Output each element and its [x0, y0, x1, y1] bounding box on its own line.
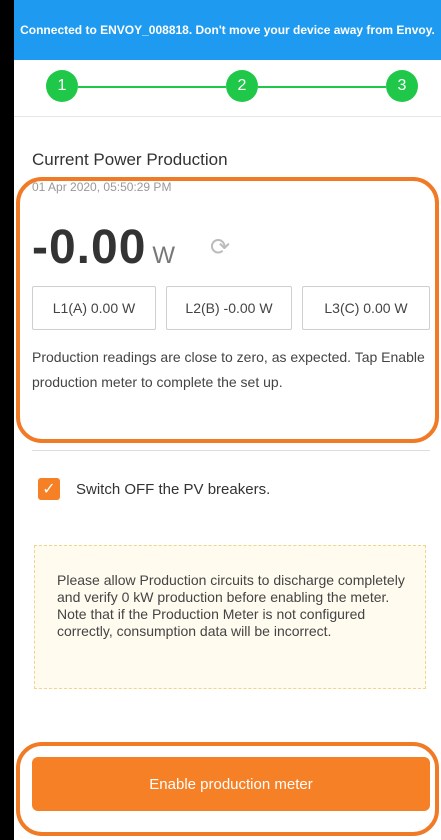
discharge-warning: Please allow Production circuits to disc… — [34, 545, 426, 689]
step-connector — [78, 86, 226, 88]
readings-note: Production readings are close to zero, a… — [32, 349, 425, 390]
divider — [32, 450, 430, 451]
pv-breakers-label: Switch OFF the PV breakers. — [76, 481, 271, 498]
pv-breakers-checkbox[interactable]: ✓ — [38, 478, 60, 500]
power-reading: -0.00 W — [32, 220, 175, 275]
step-connector — [258, 86, 386, 88]
power-unit: W — [152, 242, 176, 269]
section-title: Current Power Production — [32, 150, 228, 169]
step-3: 3 — [386, 70, 418, 102]
refresh-icon[interactable]: ⟳ — [210, 233, 230, 262]
step-1: 1 — [46, 70, 78, 102]
phase-l3-reading: L3(C) 0.00 W — [302, 286, 430, 330]
enable-production-meter-button[interactable]: Enable production meter — [32, 757, 430, 811]
phase-l1-reading: L1(A) 0.00 W — [32, 286, 156, 330]
phase-l2-reading: L2(B) -0.00 W — [166, 286, 292, 330]
power-value: -0.00 — [32, 221, 147, 274]
step-2: 2 — [226, 70, 258, 102]
phone-screen: { "banner": { "text": "Connected to ENVO… — [14, 0, 441, 840]
screen-edge — [0, 0, 14, 840]
reading-timestamp: 01 Apr 2020, 05:50:29 PM — [32, 180, 172, 194]
progress-stepper: 1 2 3 — [14, 60, 441, 117]
connection-banner: Connected to ENVOY_008818. Don't move yo… — [14, 0, 441, 60]
